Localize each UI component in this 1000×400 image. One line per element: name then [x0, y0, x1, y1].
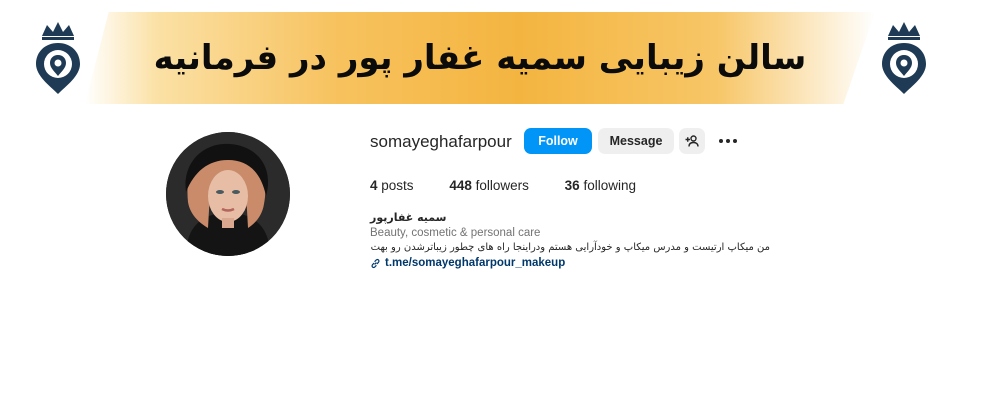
person-add-icon[interactable] — [679, 128, 705, 154]
profile-stats: 4 posts 448 followers 36 following — [370, 176, 668, 196]
link-icon — [371, 258, 380, 268]
profile-link[interactable]: t.me/somayeghafarpour_makeup — [370, 255, 565, 271]
follow-button[interactable]: Follow — [524, 128, 592, 154]
crown-map-pin-icon — [876, 20, 932, 96]
profile-username: somayeghafarpour — [370, 132, 512, 151]
profile-link-text[interactable]: t.me/somayeghafarpour_makeup — [385, 255, 565, 271]
profile-avatar[interactable] — [166, 132, 290, 256]
profile-full-name: سمیه غفارپور — [370, 211, 447, 224]
message-button[interactable]: Message — [598, 128, 674, 154]
following-count[interactable]: 36 following — [565, 176, 636, 196]
more-horizontal-icon[interactable] — [713, 128, 743, 154]
crown-map-pin-icon — [30, 20, 86, 96]
banner-title: سالن زیبایی سمیه غفار پور در فرمانیه — [153, 38, 807, 78]
followers-count[interactable]: 448 followers — [449, 176, 529, 196]
profile-bio: من میکاپ ارتیست و مدرس میکاپ و خودآرایی … — [370, 242, 770, 253]
posts-count: 4 posts — [370, 178, 414, 193]
profile-category: Beauty, cosmetic & personal care — [370, 227, 541, 239]
